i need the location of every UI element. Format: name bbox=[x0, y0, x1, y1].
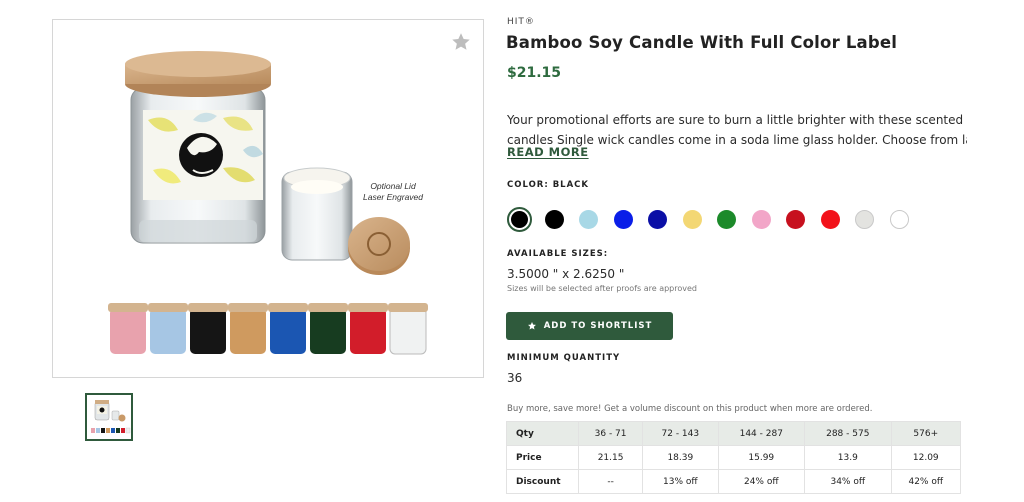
color-swatch-navy[interactable] bbox=[648, 210, 667, 229]
color-swatches bbox=[507, 207, 927, 232]
star-icon bbox=[527, 322, 536, 330]
minimum-quantity-label: MINIMUM QUANTITY bbox=[507, 353, 621, 363]
shortlist-label: ADD TO SHORTLIST bbox=[543, 321, 653, 331]
color-swatch-black[interactable] bbox=[545, 210, 564, 229]
qty-tier-3: 144 - 287 bbox=[717, 421, 806, 446]
color-swatch-pink[interactable] bbox=[752, 210, 771, 229]
qty-tier-1: 36 - 71 bbox=[577, 421, 644, 446]
product-thumbnail[interactable] bbox=[85, 393, 133, 441]
price-cell: 13.9 bbox=[804, 445, 892, 470]
color-swatch-light-blue[interactable] bbox=[579, 210, 598, 229]
minimum-quantity-value: 36 bbox=[507, 371, 523, 385]
pricing-header-row: Qty 36 - 71 72 - 143 144 - 287 288 - 575… bbox=[506, 421, 962, 446]
price-row-label: Price bbox=[506, 445, 579, 470]
color-swatch-yellow[interactable] bbox=[683, 210, 702, 229]
discount-row: Discount -- 13% off 24% off 34% off 42% … bbox=[506, 469, 962, 494]
pricing-table: Qty 36 - 71 72 - 143 144 - 287 288 - 575… bbox=[506, 421, 962, 494]
qty-header: Qty bbox=[506, 421, 579, 446]
price-cell: 15.99 bbox=[717, 445, 806, 470]
image-caption: Optional Lid Laser Engraved bbox=[353, 181, 433, 203]
qty-tier-2: 72 - 143 bbox=[642, 421, 719, 446]
volume-discount-note: Buy more, save more! Get a volume discou… bbox=[507, 404, 873, 414]
color-swatch-black[interactable] bbox=[507, 207, 532, 232]
color-swatch-light-gray[interactable] bbox=[855, 210, 874, 229]
color-swatch-dark-red[interactable] bbox=[786, 210, 805, 229]
add-to-shortlist-button[interactable]: ADD TO SHORTLIST bbox=[506, 312, 673, 340]
discount-cell: 13% off bbox=[642, 469, 719, 494]
product-description: Your promotional efforts are sure to bur… bbox=[507, 110, 967, 150]
star-icon[interactable] bbox=[450, 31, 472, 53]
product-title: Bamboo Soy Candle With Full Color Label bbox=[506, 33, 898, 52]
brand-name: HIT® bbox=[507, 17, 535, 27]
caption-line-1: Optional Lid bbox=[370, 181, 416, 191]
size-note: Sizes will be selected after proofs are … bbox=[507, 284, 697, 293]
description-line-1: Your promotional efforts are sure to bur… bbox=[507, 113, 967, 127]
available-sizes-label: AVAILABLE SIZES: bbox=[507, 249, 609, 259]
price-row: Price 21.15 18.39 15.99 13.9 12.09 bbox=[506, 445, 962, 470]
read-more-link[interactable]: READ MORE bbox=[507, 145, 589, 159]
qty-tier-4: 288 - 575 bbox=[804, 421, 892, 446]
discount-cell: -- bbox=[577, 469, 644, 494]
color-swatch-green[interactable] bbox=[717, 210, 736, 229]
color-swatch-white[interactable] bbox=[890, 210, 909, 229]
qty-tier-5: 576+ bbox=[890, 421, 962, 446]
discount-cell: 24% off bbox=[717, 469, 806, 494]
color-label: COLOR: BLACK bbox=[507, 180, 590, 190]
price-cell: 18.39 bbox=[642, 445, 719, 470]
color-swatch-red[interactable] bbox=[821, 210, 840, 229]
discount-row-label: Discount bbox=[506, 469, 579, 494]
main-product-image[interactable]: Optional Lid Laser Engraved bbox=[52, 19, 484, 378]
caption-line-2: Laser Engraved bbox=[362, 192, 423, 202]
price-cell: 21.15 bbox=[577, 445, 644, 470]
size-value: 3.5000 " x 2.6250 " bbox=[507, 267, 625, 281]
price-cell: 12.09 bbox=[890, 445, 962, 470]
discount-cell: 42% off bbox=[890, 469, 962, 494]
discount-cell: 34% off bbox=[804, 469, 892, 494]
product-price: $21.15 bbox=[507, 65, 562, 81]
color-swatch-blue[interactable] bbox=[614, 210, 633, 229]
thumbnail-image bbox=[91, 400, 131, 434]
